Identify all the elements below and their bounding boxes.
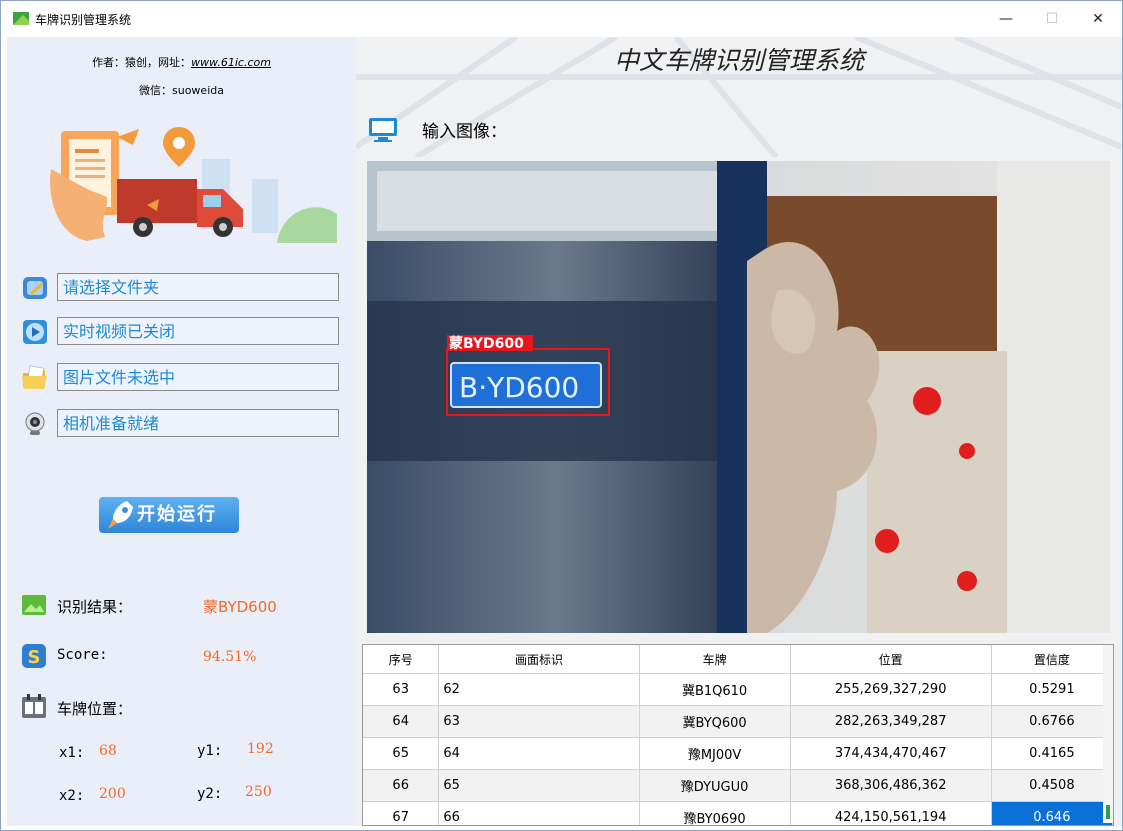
folder-select-icon — [23, 277, 47, 299]
cell-frame[interactable]: 63 — [438, 705, 640, 738]
detection-label: 蒙BYD600 — [449, 335, 524, 352]
camera-frame-image: 蒙BYD600 B·YD600 — [367, 161, 1110, 633]
maximize-button[interactable]: ☐ — [1029, 1, 1075, 37]
image-select-row[interactable]: 图片文件未选中 — [21, 363, 347, 393]
cell-confidence[interactable]: 0.4165 — [991, 737, 1113, 770]
folder-select-button[interactable]: 请选择文件夹 — [57, 273, 339, 301]
y2-value: 250 — [245, 784, 272, 800]
plate-text: B·YD600 — [459, 371, 579, 404]
minimize-button[interactable]: — — [983, 1, 1029, 37]
table-row[interactable]: 66 65 豫DYUGU0 368,306,486,362 0.4508 — [363, 769, 1113, 802]
table-row[interactable]: 64 63 冀BYQ600 282,263,349,287 0.6766 — [363, 705, 1113, 738]
app-window: 车牌识别管理系统 — ☐ ✕ 作者：猿创，网址：www.61ic.com 微信：… — [0, 0, 1123, 831]
video-toggle-button[interactable]: 实时视频已关闭 — [57, 317, 339, 345]
author-line: 作者：猿创，网址：www.61ic.com — [7, 54, 356, 70]
monitor-icon — [369, 118, 397, 142]
folder-select-row[interactable]: 请选择文件夹 — [21, 273, 347, 303]
cell-confidence[interactable]: 0.5291 — [991, 673, 1113, 706]
cell-plate[interactable]: 冀BYQ600 — [639, 705, 791, 738]
cell-confidence[interactable]: 0.6766 — [991, 705, 1113, 738]
score-value: 94.51% — [203, 649, 257, 665]
app-icon — [13, 12, 29, 25]
table-row[interactable]: 67 66 豫BY0690 424,150,561,194 0.646 — [363, 801, 1113, 825]
result-row: 识别结果： 蒙BYD600 — [21, 592, 351, 622]
results-grid: 序号 画面标识 车牌 位置 置信度 63 62 冀B1Q610 255,269,… — [363, 645, 1113, 825]
cell-plate[interactable]: 豫DYUGU0 — [639, 769, 791, 802]
webcam-icon — [25, 412, 45, 435]
cell-position[interactable]: 255,269,327,290 — [790, 673, 992, 706]
main-title: 中文车牌识别管理系统 — [613, 46, 864, 75]
cell-index[interactable]: 66 — [363, 769, 440, 802]
svg-text:S: S — [28, 647, 41, 668]
input-image-view: 蒙BYD600 B·YD600 — [367, 161, 1110, 633]
camera-status-row[interactable]: 相机准备就绪 — [21, 409, 347, 439]
cell-position[interactable]: 424,150,561,194 — [790, 801, 992, 825]
image-select-button[interactable]: 图片文件未选中 — [57, 363, 339, 391]
x2-label: x2: — [59, 788, 85, 804]
window-title: 车牌识别管理系统 — [35, 13, 132, 27]
y1-value: 192 — [247, 741, 274, 757]
cell-confidence-selected[interactable]: 0.646 — [991, 801, 1113, 825]
camera-status-button[interactable]: 相机准备就绪 — [57, 409, 339, 437]
col-header-position[interactable]: 位置 — [790, 645, 992, 674]
y2-label: y2: — [197, 786, 223, 802]
y1-label: y1: — [197, 743, 223, 759]
cell-confidence[interactable]: 0.4508 — [991, 769, 1113, 802]
cell-frame[interactable]: 66 — [438, 801, 640, 825]
col-header-frame[interactable]: 画面标识 — [438, 645, 640, 674]
left-panel: 作者：猿创，网址：www.61ic.com 微信：suoweida 请选择文件夹… — [7, 37, 356, 826]
position-row: 车牌位置： — [21, 694, 351, 724]
table-header-row: 序号 画面标识 车牌 位置 置信度 — [363, 645, 1113, 674]
cell-position[interactable]: 368,306,486,362 — [790, 769, 992, 802]
cell-frame[interactable]: 62 — [438, 673, 640, 706]
cell-plate[interactable]: 豫MJ00V — [639, 737, 791, 770]
right-panel: 中文车牌识别管理系统 输入图像： 蒙BYD600 B·YD600 序号 画面标识… — [356, 37, 1122, 826]
table-scrollbar[interactable] — [1103, 645, 1113, 823]
col-header-plate[interactable]: 车牌 — [639, 645, 791, 674]
results-table[interactable]: 序号 画面标识 车牌 位置 置信度 63 62 冀B1Q610 255,269,… — [362, 644, 1114, 826]
input-image-label: 输入图像： — [422, 122, 507, 142]
image-folder-icon — [22, 365, 47, 389]
start-run-label: 开始运行 — [137, 504, 217, 525]
cell-plate[interactable]: 冀B1Q610 — [639, 673, 791, 706]
score-row: S Score: 94.51% — [21, 643, 351, 673]
position-label: 车牌位置： — [57, 700, 133, 718]
rocket-icon — [108, 501, 133, 529]
result-label: 识别结果： — [57, 598, 133, 616]
scrollbar-thumb[interactable] — [1106, 805, 1110, 819]
x1-value: 68 — [99, 743, 117, 759]
table-row[interactable]: 63 62 冀B1Q610 255,269,327,290 0.5291 — [363, 673, 1113, 706]
col-header-index[interactable]: 序号 — [363, 645, 440, 674]
title-bar: 车牌识别管理系统 — ☐ ✕ — [1, 1, 1122, 37]
cell-index[interactable]: 65 — [363, 737, 440, 770]
author-link[interactable]: www.61ic.com — [191, 56, 271, 69]
cell-position[interactable]: 374,434,470,467 — [790, 737, 992, 770]
cell-plate[interactable]: 豫BY0690 — [639, 801, 791, 825]
wechat-text: 微信：suoweida — [139, 84, 224, 97]
cell-position[interactable]: 282,263,349,287 — [790, 705, 992, 738]
cell-frame[interactable]: 64 — [438, 737, 640, 770]
x2-value: 200 — [99, 786, 126, 802]
table-row[interactable]: 65 64 豫MJ00V 374,434,470,467 0.4165 — [363, 737, 1113, 770]
score-label: Score: — [57, 647, 108, 663]
cell-index[interactable]: 63 — [363, 673, 440, 706]
start-run-button[interactable]: 开始运行 — [99, 497, 239, 533]
position-icon — [22, 694, 46, 718]
cell-frame[interactable]: 65 — [438, 769, 640, 802]
close-button[interactable]: ✕ — [1075, 1, 1121, 37]
cell-index[interactable]: 67 — [363, 801, 440, 825]
col-header-confidence[interactable]: 置信度 — [991, 645, 1113, 674]
result-value: 蒙BYD600 — [203, 598, 277, 616]
result-image-icon — [22, 595, 46, 615]
video-play-icon — [23, 320, 47, 344]
video-toggle-row[interactable]: 实时视频已关闭 — [21, 317, 347, 347]
delivery-truck-illustration — [50, 127, 337, 243]
cell-index[interactable]: 64 — [363, 705, 440, 738]
score-icon: S — [22, 644, 46, 668]
x1-label: x1: — [59, 745, 85, 761]
author-text: 作者：猿创，网址： — [92, 56, 192, 69]
